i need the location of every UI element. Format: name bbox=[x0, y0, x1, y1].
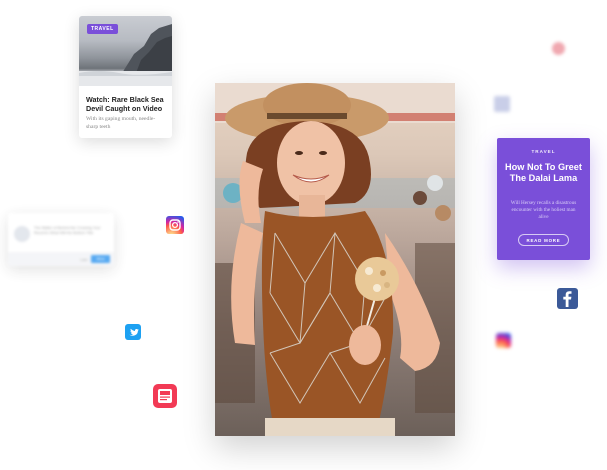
promo-title[interactable]: How Not To Greet The Dalai Lama bbox=[505, 162, 582, 184]
travel-article-card[interactable]: TRAVEL Watch: Rare Black Sea Devil Caugh… bbox=[79, 16, 172, 138]
blurred-instagram-icon bbox=[496, 333, 511, 348]
read-more-button[interactable]: READ MORE bbox=[518, 234, 569, 246]
main-photo bbox=[215, 83, 455, 436]
notification-card: The Matter of Behind the Crossing Your R… bbox=[8, 213, 114, 266]
pinterest-icon bbox=[552, 42, 565, 55]
instagram-icon[interactable] bbox=[166, 216, 184, 234]
article-thumbnail: TRAVEL bbox=[79, 16, 172, 86]
blurred-app-icon bbox=[494, 96, 510, 112]
promo-article-card[interactable]: TRAVEL How Not To Greet The Dalai Lama W… bbox=[497, 138, 590, 260]
promo-category-label: TRAVEL bbox=[531, 149, 556, 154]
news-icon[interactable] bbox=[153, 384, 177, 408]
later-button[interactable]: Later bbox=[80, 258, 88, 262]
allow-button[interactable]: Allow bbox=[91, 255, 110, 263]
category-badge: TRAVEL bbox=[87, 24, 118, 34]
article-headline[interactable]: Watch: Rare Black Sea Devil Caught on Vi… bbox=[86, 95, 166, 113]
twitter-icon[interactable] bbox=[125, 324, 141, 340]
article-description: With its gaping mouth, needle-sharp teet… bbox=[86, 116, 156, 130]
facebook-icon[interactable] bbox=[557, 288, 578, 309]
promo-subtitle: Will Hersey recalls a disastrous encount… bbox=[510, 200, 577, 220]
avatar bbox=[14, 226, 30, 242]
notification-text: The Matter of Behind the Crossing Your R… bbox=[34, 226, 101, 235]
